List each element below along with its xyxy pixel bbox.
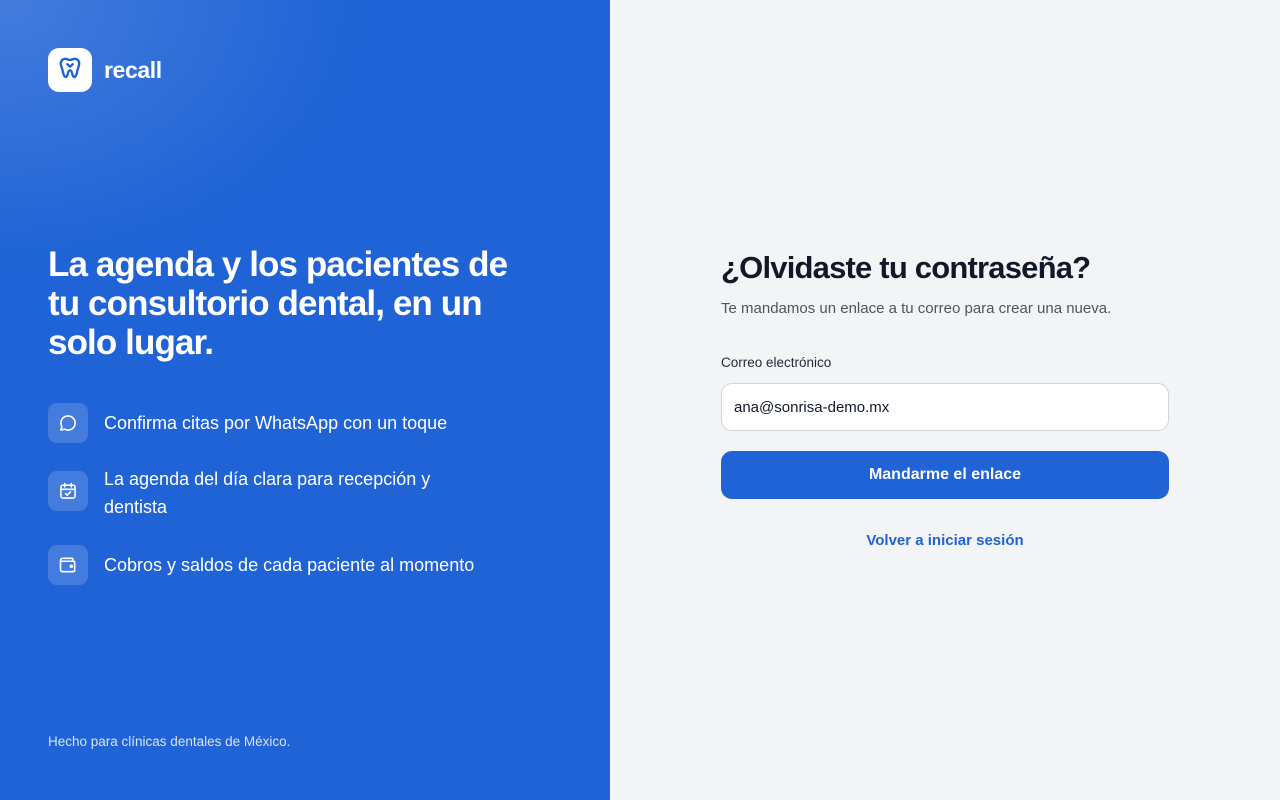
feature-list: Confirma citas por WhatsApp con un toque… xyxy=(48,403,508,609)
brand: recall xyxy=(48,48,162,92)
email-label: Correo electrónico xyxy=(721,355,832,370)
wallet-icon xyxy=(48,545,88,585)
hero-headline: La agenda y los pacientes de tu consulto… xyxy=(48,245,508,362)
forgot-password-form: ¿Olvidaste tu contraseña? Te mandamos un… xyxy=(721,248,1169,549)
calendar-check-icon xyxy=(48,471,88,511)
feature-item: La agenda del día clara para recepción y… xyxy=(48,467,508,521)
feature-text: Cobros y saldos de cada paciente al mome… xyxy=(104,555,475,575)
send-link-button[interactable]: Mandarme el enlace xyxy=(721,451,1169,499)
feature-text: Confirma citas por WhatsApp con un toque xyxy=(104,413,448,433)
page-subtitle: Te mandamos un enlace a tu correo para c… xyxy=(721,300,1112,317)
chat-bubble-icon xyxy=(48,403,88,443)
email-field[interactable] xyxy=(721,383,1169,431)
page-title: ¿Olvidaste tu contraseña? xyxy=(721,250,1091,285)
tooth-icon xyxy=(57,55,83,86)
brand-name: recall xyxy=(104,56,162,83)
back-to-login-link[interactable]: Volver a iniciar sesión xyxy=(721,532,1169,549)
logo xyxy=(48,48,92,92)
brand-panel: recall La agenda y los pacientes de tu c… xyxy=(0,0,610,800)
feature-item: Confirma citas por WhatsApp con un toque xyxy=(48,403,508,443)
footer-note: Hecho para clínicas dentales de México. xyxy=(48,734,291,749)
feature-text: La agenda del día clara para recepción y… xyxy=(104,469,431,517)
feature-item: Cobros y saldos de cada paciente al mome… xyxy=(48,545,508,585)
